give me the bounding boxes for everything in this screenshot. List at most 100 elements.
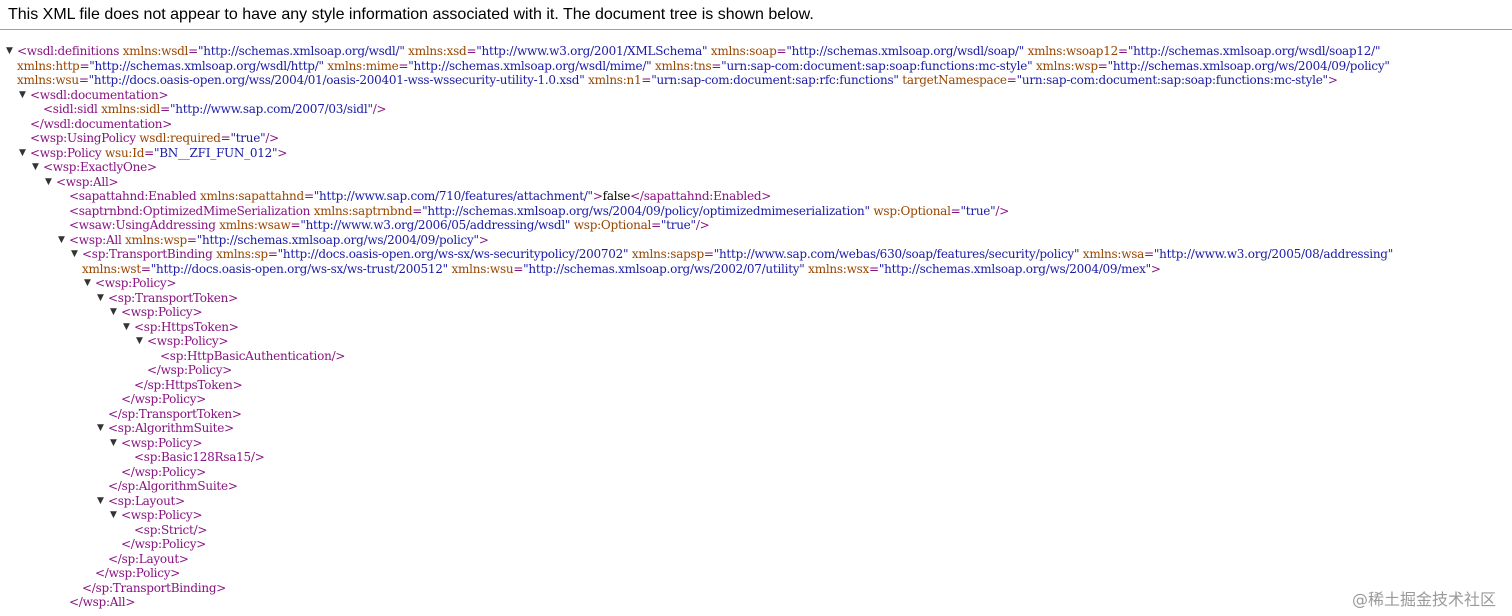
xml-attr-value: "urn:sap-com:document:sap:soap:functions… [1016, 73, 1328, 87]
xml-line-text: xmlns:wst="http://docs.oasis-open.org/ws… [82, 262, 1161, 277]
collapse-toggle-icon[interactable]: ▼ [58, 233, 65, 248]
xml-attr-name: xmlns:sidl [101, 102, 161, 116]
xml-attr-value: "http://schemas.xmlsoap.org/wsdl/http/" [89, 58, 324, 73]
xml-line-exactlyone-open[interactable]: ▼ <wsp:ExactlyOne> [0, 160, 1512, 175]
xml-line-all-open[interactable]: ▼ <wsp:All> [0, 175, 1512, 190]
xml-line-ht-policy-open[interactable]: ▼ <wsp:Policy> [0, 334, 1512, 349]
xml-attr-value: "BN__ZFI_FUN_012" [153, 145, 278, 160]
collapse-toggle-icon[interactable]: ▼ [110, 508, 117, 523]
xml-tag: = [303, 189, 314, 203]
xml-attr-value: "http://schemas.xmlsoap.org/wsdl/" [197, 44, 405, 58]
xml-line-as-policy-open[interactable]: ▼ <wsp:Policy> [0, 436, 1512, 451]
xml-line-text: <sp:Strict/> [134, 523, 207, 538]
xml-tag: = [513, 261, 524, 276]
xml-line-definitions-open-1[interactable]: ▼ <wsdl:definitions xmlns:wsdl="http://sc… [0, 44, 1512, 59]
xml-attr-value: "urn:sap-com:document:sap:soap:functions… [721, 58, 1033, 73]
collapse-toggle-icon[interactable]: ▼ [84, 276, 91, 291]
xml-line-httpstoken-open[interactable]: ▼ <sp:HttpsToken> [0, 320, 1512, 335]
xml-tag: /> [695, 218, 710, 232]
xml-tag: <wsp:Policy> [121, 435, 203, 450]
xml-tag: </sp:AlgorithmSuite> [108, 479, 238, 493]
xml-line-all-inner-open[interactable]: ▼ <wsp:All xmlns:wsp="http://schemas.xmls… [0, 233, 1512, 248]
xml-tag: = [711, 58, 722, 73]
xml-line-ht-policy-close: </wsp:Policy> [0, 363, 1512, 378]
xml-attr-name: wsp:Optional [873, 203, 951, 218]
xml-tag: <wsaw:UsingAddressing [69, 218, 220, 232]
xml-line-text: <wsp:Policy> [121, 508, 203, 523]
xml-tag: = [1144, 247, 1154, 261]
xml-tag: <sp:TransportToken> [108, 290, 238, 305]
xml-line-strict: <sp:Strict/> [0, 523, 1512, 538]
xml-attr-value: "http://schemas.xmlsoap.org/wsdl/soap/" [786, 44, 1024, 58]
xml-tag: </wsp:Policy> [121, 392, 207, 406]
xml-line-text: xmlns:http="http://schemas.xmlsoap.org/w… [17, 59, 1390, 74]
xml-tag: <wsp:All> [56, 174, 119, 189]
xml-line-documentation-open[interactable]: ▼ <wsdl:documentation> [0, 88, 1512, 103]
xml-line-documentation-close: </wsdl:documentation> [0, 117, 1512, 132]
xml-tag: </wsp:Policy> [121, 464, 207, 479]
xml-line-ly-policy-open[interactable]: ▼ <wsp:Policy> [0, 508, 1512, 523]
xml-tag: </sapattahnd:Enabled> [630, 189, 772, 203]
xml-line-text: <wsp:All> [56, 174, 119, 190]
xml-line-transportbinding-open-2: xmlns:wst="http://docs.oasis-open.org/ws… [0, 262, 1512, 277]
xml-tag: <sapattahnd:Enabled [69, 189, 200, 203]
xml-attr-name: xmlns:wst [82, 261, 141, 276]
collapse-toggle-icon[interactable]: ▼ [136, 334, 143, 349]
collapse-toggle-icon[interactable]: ▼ [110, 436, 117, 451]
xml-line-text: </sp:TransportBinding> [82, 581, 226, 596]
collapse-toggle-icon[interactable]: ▼ [32, 160, 39, 175]
xml-attr-value: "http://www.w3.org/2005/08/addressing" [1153, 247, 1394, 261]
xml-line-text: <sp:TransportToken> [108, 291, 238, 306]
xml-attr-value: "urn:sap-com:document:sap:rfc:functions" [651, 73, 899, 87]
xml-attr-name: xmlns:wsp [125, 232, 187, 247]
xml-attr-name: xmlns:wsu [451, 261, 514, 276]
xml-line-transportbinding-open-1[interactable]: ▼ <sp:TransportBinding xmlns:sp="http://d… [0, 247, 1512, 262]
xml-tag: <sp:HttpBasicAuthentication/> [160, 348, 346, 363]
xml-line-transporttoken-open[interactable]: ▼ <sp:TransportToken> [0, 291, 1512, 306]
xml-line-tt-policy-open[interactable]: ▼ <wsp:Policy> [0, 305, 1512, 320]
collapse-toggle-icon[interactable]: ▼ [97, 494, 104, 509]
xml-line-saptrnbnd: <saptrnbnd:OptimizedMimeSerialization xm… [0, 204, 1512, 219]
collapse-toggle-icon[interactable]: ▼ [97, 291, 104, 306]
xml-tag: <sp:TransportBinding [82, 247, 217, 261]
xml-info-text: This XML file does not appear to have an… [8, 6, 814, 23]
xml-attr-name: xmlns:wsoap12 [1027, 44, 1119, 58]
collapse-toggle-icon[interactable]: ▼ [97, 421, 104, 436]
xml-attr-value: "http://www.w3.org/2006/05/addressing/ws… [300, 218, 571, 232]
xml-line-transportbinding-close: </sp:TransportBinding> [0, 581, 1512, 596]
xml-line-text: </wsp:Policy> [147, 363, 232, 378]
xml-line-text: <wsdl:documentation> [30, 88, 169, 103]
collapse-toggle-icon[interactable]: ▼ [19, 88, 26, 103]
xml-attr-name: xmlns:sp [216, 247, 268, 261]
collapse-toggle-icon[interactable]: ▼ [123, 320, 130, 335]
xml-tag: /> [995, 203, 1010, 218]
xml-line-text: <wsp:Policy> [95, 276, 177, 291]
xml-line-policy-open[interactable]: ▼ <wsp:Policy wsu:Id="BN__ZFI_FUN_012"> [0, 146, 1512, 161]
watermark: @稀土掘金技术社区 [1351, 590, 1496, 609]
xml-attr-value: "http://docs.oasis-open.org/wss/2004/01/… [88, 73, 585, 87]
collapse-toggle-icon[interactable]: ▼ [45, 175, 52, 190]
xml-tag: = [651, 218, 661, 232]
xml-line-text: <sp:HttpsToken> [134, 320, 239, 335]
xml-tag: > [1327, 73, 1338, 87]
xml-tag: = [776, 44, 787, 58]
xml-line-text: <wsp:UsingPolicy wsdl:required="true"/> [30, 131, 279, 146]
xml-attr-name: xmlns:mime [327, 58, 399, 73]
collapse-toggle-icon[interactable]: ▼ [110, 305, 117, 320]
xml-line-text: </sp:Layout> [108, 552, 189, 567]
collapse-toggle-icon[interactable]: ▼ [19, 146, 26, 161]
xml-line-text: </wsp:All> [69, 595, 135, 610]
xml-tag: = [186, 232, 197, 247]
collapse-toggle-icon[interactable]: ▼ [71, 247, 78, 262]
xml-line-tb-policy-open[interactable]: ▼ <wsp:Policy> [0, 276, 1512, 291]
xml-tag: = [466, 44, 477, 58]
xml-line-layout-open[interactable]: ▼ <sp:Layout> [0, 494, 1512, 509]
xml-attr-name: wsu:Id [105, 145, 145, 160]
xml-line-algorithmsuite-open[interactable]: ▼ <sp:AlgorithmSuite> [0, 421, 1512, 436]
xml-tag: = [412, 203, 423, 218]
xml-tag: </sp:TransportBinding> [82, 580, 227, 595]
collapse-toggle-icon[interactable]: ▼ [6, 44, 13, 59]
xml-line-text: </wsp:Policy> [121, 537, 206, 552]
xml-line-text: </sp:AlgorithmSuite> [108, 479, 238, 494]
xml-document-tree: ▼ <wsdl:definitions xmlns:wsdl="http://sc… [0, 44, 1512, 610]
